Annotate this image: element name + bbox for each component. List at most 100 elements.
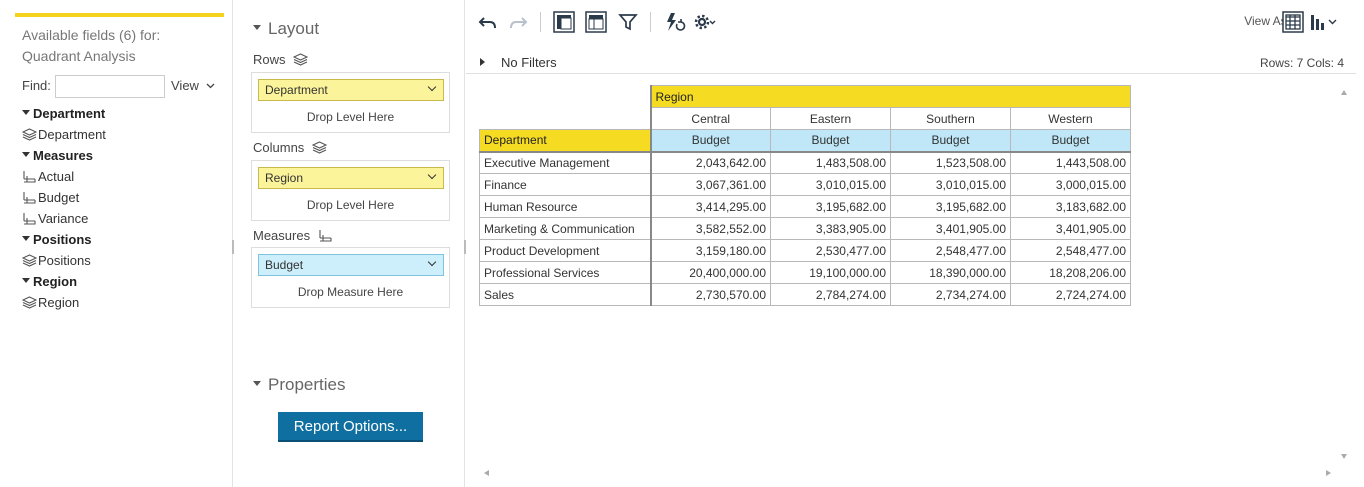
chevron-down-icon[interactable] [427,170,437,180]
department-header[interactable]: Department [479,129,651,152]
cell-value[interactable]: 2,730,570.00 [649,283,771,306]
cell-value[interactable]: 3,414,295.00 [649,195,771,218]
caret-right-icon[interactable] [480,58,485,66]
tree-group-measures[interactable]: Measures [22,146,106,167]
tree-item-label: Variance [38,211,89,226]
view-dropdown-label: View [171,78,199,93]
caret-down-icon [253,381,261,387]
scroll-up-icon[interactable] [1341,90,1347,95]
columns-drop-text: Drop Level Here [306,198,395,212]
cell-value[interactable]: 3,183,682.00 [1010,195,1131,218]
row-label[interactable]: Finance [479,173,651,196]
report-options-button[interactable]: Report Options... [278,412,423,442]
cell-value[interactable]: 19,100,000.00 [770,261,891,284]
row-label[interactable]: Executive Management [479,150,651,174]
cell-value[interactable]: 1,443,508.00 [1010,150,1131,174]
cell-value[interactable]: 2,724,274.00 [1010,283,1131,306]
columns-chip-region[interactable]: Region [258,167,444,189]
view-dropdown[interactable]: View [171,78,215,93]
cell-value[interactable]: 2,784,274.00 [770,283,891,306]
measures-drop-text: Drop Measure Here [297,285,404,299]
undo-icon[interactable] [476,10,500,34]
scroll-right-icon[interactable] [1326,470,1331,476]
rows-drop-text: Drop Level Here [306,110,395,124]
layout-icon[interactable] [552,10,576,34]
cell-value[interactable]: 20,400,000.00 [649,261,771,284]
table-row: Finance 3,067,361.00 3,010,015.00 3,010,… [479,173,1131,196]
settings-icon[interactable] [692,10,716,34]
find-input[interactable] [55,75,165,98]
column-header-eastern[interactable]: Eastern [770,107,891,130]
cell-value[interactable]: 1,523,508.00 [890,150,1011,174]
scroll-left-icon[interactable] [484,470,489,476]
grid-corner [480,86,651,108]
table-layout-icon[interactable] [584,10,608,34]
chart-view-icon[interactable] [1308,10,1340,34]
scroll-down-icon[interactable] [1341,454,1347,459]
filter-bar[interactable]: No Filters Rows: 7 Cols: 4 [466,54,1356,74]
cell-value[interactable]: 3,159,180.00 [649,239,771,262]
cell-value[interactable]: 3,010,015.00 [770,173,891,196]
toolbar-separator [540,12,541,32]
chip-label: Budget [265,258,304,272]
measure-header[interactable]: Budget [649,129,771,152]
chevron-down-icon[interactable] [427,257,437,267]
cell-value[interactable]: 18,208,206.00 [1010,261,1131,284]
cell-value[interactable]: 2,548,477.00 [1010,239,1131,262]
dimension-icon [22,296,37,309]
cell-value[interactable]: 3,195,682.00 [890,195,1011,218]
properties-section-header[interactable]: Properties [253,375,345,395]
region-header[interactable]: Region [649,85,1131,108]
column-header-western[interactable]: Western [1010,107,1131,130]
redo-icon[interactable] [506,10,530,34]
columns-drop-zone[interactable]: Region Drop Level Here [251,160,450,221]
filter-icon[interactable] [616,10,640,34]
cell-value[interactable]: 18,390,000.00 [890,261,1011,284]
tree-item-budget[interactable]: Budget [22,188,106,209]
row-label[interactable]: Product Development [479,239,651,262]
rows-label: Rows [253,52,309,67]
cell-value[interactable]: 2,548,477.00 [890,239,1011,262]
tree-item-actual[interactable]: Actual [22,167,106,188]
column-header-central[interactable]: Central [649,107,771,130]
rows-chip-department[interactable]: Department [258,79,444,101]
cell-value[interactable]: 2,734,274.00 [890,283,1011,306]
cell-value[interactable]: 2,043,642.00 [649,150,771,174]
measures-chip-budget[interactable]: Budget [258,254,444,276]
measure-header[interactable]: Budget [890,129,1011,152]
tree-item-region[interactable]: Region [22,293,106,314]
layout-section-header[interactable]: Layout [253,19,319,39]
cell-value[interactable]: 3,383,905.00 [770,217,891,240]
cell-value[interactable]: 3,582,552.00 [649,217,771,240]
cell-value[interactable]: 2,530,477.00 [770,239,891,262]
column-header-southern[interactable]: Southern [890,107,1011,130]
grid-view-icon[interactable] [1281,10,1305,34]
columns-label-text: Columns [253,140,305,155]
tree-group-positions[interactable]: Positions [22,230,106,251]
cell-value[interactable]: 3,067,361.00 [649,173,771,196]
row-label[interactable]: Professional Services [479,261,651,284]
tree-group-department[interactable]: Department [22,104,106,125]
cell-value[interactable]: 3,000,015.00 [1010,173,1131,196]
tree-group-region[interactable]: Region [22,272,106,293]
cell-value[interactable]: 1,483,508.00 [770,150,891,174]
tree-item-variance[interactable]: Variance [22,209,106,230]
tree-item-positions[interactable]: Positions [22,251,106,272]
row-label[interactable]: Sales [479,283,651,306]
cell-value[interactable]: 3,010,015.00 [890,173,1011,196]
field-tree: Department Department Measures Actual Bu… [22,104,106,314]
measure-header[interactable]: Budget [1010,129,1131,152]
row-label[interactable]: Human Resource [479,195,651,218]
measure-header[interactable]: Budget [770,129,891,152]
cell-value[interactable]: 3,401,905.00 [890,217,1011,240]
tree-item-label: Actual [38,169,75,184]
chevron-down-icon[interactable] [427,82,437,92]
measures-drop-zone[interactable]: Budget Drop Measure Here [251,247,450,308]
rows-drop-zone[interactable]: Department Drop Level Here [251,72,450,133]
layout-title: Layout [268,19,320,38]
cell-value[interactable]: 3,195,682.00 [770,195,891,218]
refresh-icon[interactable] [662,10,686,34]
tree-item-department[interactable]: Department [22,125,106,146]
row-label[interactable]: Marketing & Communication [479,217,651,240]
cell-value[interactable]: 3,401,905.00 [1010,217,1131,240]
